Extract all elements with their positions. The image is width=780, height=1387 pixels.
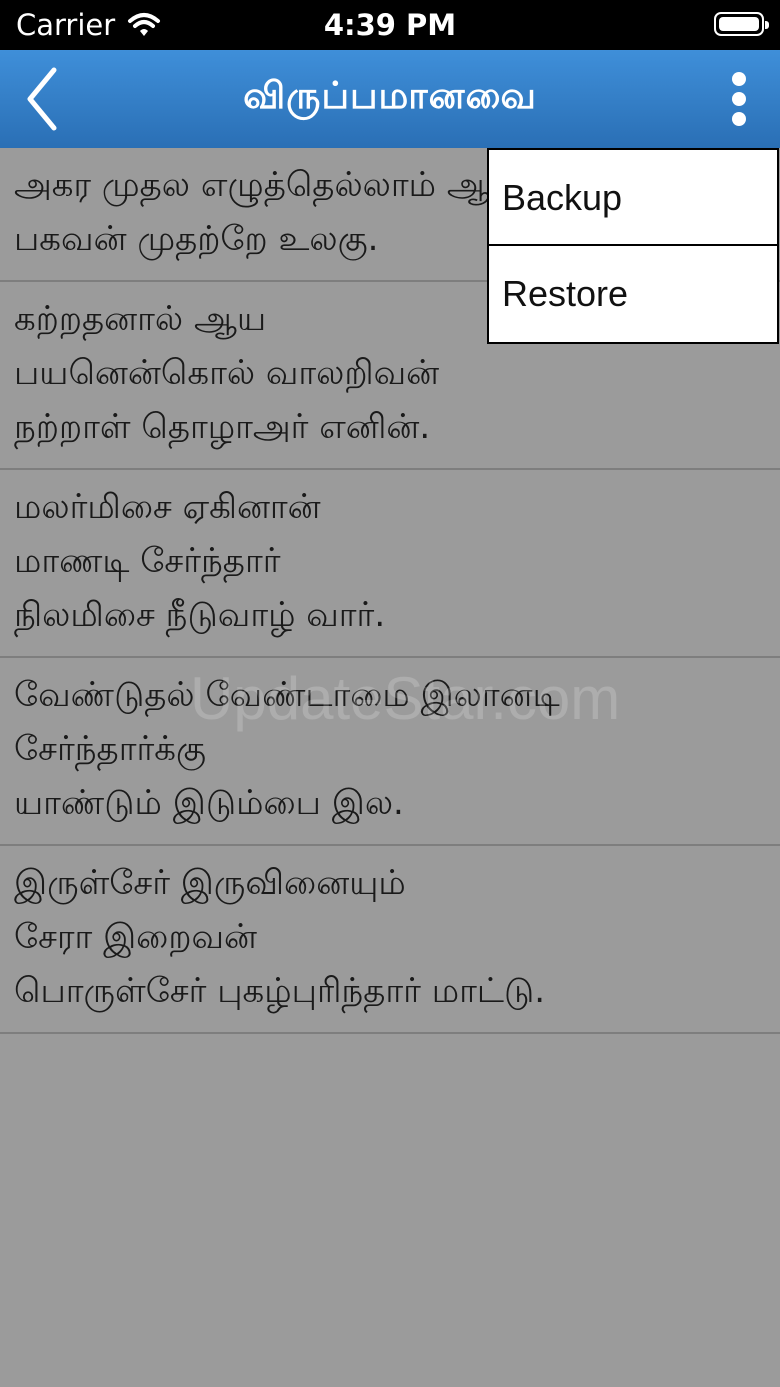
navigation-bar: விருப்பமானவை xyxy=(0,50,780,148)
more-menu-button[interactable] xyxy=(728,70,750,128)
verse-line: பயனென்கொல் வாலறிவன் xyxy=(14,353,440,393)
battery-icon xyxy=(714,12,769,36)
watermark: UpdateStar.com xyxy=(190,665,621,732)
popup-menu: Backup Restore xyxy=(487,148,779,344)
verse-line: யாண்டும் இடும்பை இல. xyxy=(14,783,404,823)
verse-line: மாணடி சேர்ந்தார் xyxy=(14,541,281,581)
list-item[interactable]: மலர்மிசை ஏகினான் மாணடி சேர்ந்தார் நிலமிசை … xyxy=(0,470,780,658)
more-vertical-icon xyxy=(732,72,746,86)
verse-line: சேரா இறைவன் xyxy=(14,917,257,957)
popup-menu-item-backup[interactable]: Backup xyxy=(489,150,777,246)
verse-line: நற்றாள் தொழாஅர் எனின். xyxy=(14,407,431,447)
verse-line: பொருள்சேர் புகழ்புரிந்தார் மாட்டு. xyxy=(14,971,546,1011)
status-time: 4:39 PM xyxy=(323,8,457,42)
popup-menu-item-restore[interactable]: Restore xyxy=(489,246,777,342)
page-title: விருப்பமானவை xyxy=(243,74,537,117)
verse-line: மலர்மிசை ஏகினான் xyxy=(14,487,321,527)
status-bar: Carrier 4:39 PM xyxy=(0,0,780,50)
verse-line: நிலமிசை நீடுவாழ் வார். xyxy=(14,595,386,635)
list-item[interactable]: இருள்சேர் இருவினையும் சேரா இறைவன் பொருள்சே… xyxy=(0,846,780,1034)
verse-line: இருள்சேர் இருவினையும் xyxy=(14,863,406,903)
